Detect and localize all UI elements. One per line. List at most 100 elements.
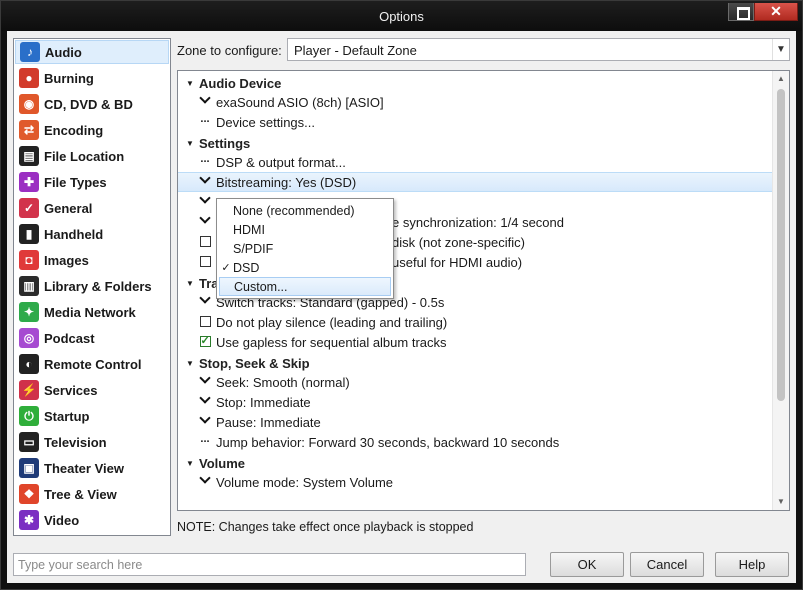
setting-row[interactable]: Do not play silence (leading and trailin… <box>178 312 772 332</box>
setting-row[interactable]: Volume mode: System Volume <box>178 472 772 492</box>
services-plug-icon: ⚡ <box>19 380 39 400</box>
setting-row[interactable]: Pause: Immediate <box>178 412 772 432</box>
checkbox[interactable] <box>199 315 211 329</box>
sidebar-item-library-folders[interactable]: ▥ Library & Folders <box>15 274 169 298</box>
sidebar-item-remote-control[interactable]: ◐ Remote Control <box>15 352 169 376</box>
section-header[interactable]: Volume <box>178 453 772 473</box>
sidebar-item-label: Burning <box>44 70 94 86</box>
video-camera-icon: ✱ <box>19 510 39 530</box>
setting-label: Device settings... <box>216 114 315 130</box>
sidebar-item-encoding[interactable]: ⇄ Encoding <box>15 118 169 142</box>
checkbox[interactable] <box>199 235 211 249</box>
setting-label: Settings <box>199 135 251 151</box>
dropdown-option[interactable]: ✓ DSD <box>219 258 391 277</box>
scroll-down-arrow-icon[interactable]: ▼ <box>773 494 789 510</box>
setting-label: Pause: Immediate <box>216 414 321 430</box>
dropdown-option-label: None (recommended) <box>233 203 355 218</box>
sidebar-item-television[interactable]: ▭ Television <box>15 430 169 454</box>
scroll-up-arrow-icon[interactable]: ▲ <box>773 71 789 87</box>
section-header[interactable]: Stop, Seek & Skip <box>178 353 772 373</box>
search-input[interactable] <box>13 553 526 576</box>
sidebar-item-podcast[interactable]: ◎ Podcast <box>15 326 169 350</box>
cancel-button[interactable]: Cancel <box>630 552 704 577</box>
sidebar-item-media-network[interactable]: ✦ Media Network <box>15 300 169 324</box>
encoding-arrows-icon: ⇄ <box>19 120 39 140</box>
setting-label: Seek: Smooth (normal) <box>216 374 350 390</box>
sidebar-item-label: Tree & View <box>44 486 117 502</box>
setting-row[interactable]: exaSound ASIO (8ch) [ASIO] <box>178 92 772 112</box>
section-header[interactable]: Audio Device <box>178 73 772 93</box>
chevron-down-icon <box>199 212 211 228</box>
library-icon: ▥ <box>19 276 39 296</box>
dropdown-option[interactable]: HDMI <box>219 220 391 239</box>
podcast-icon: ◎ <box>19 328 39 348</box>
television-icon: ▭ <box>19 432 39 452</box>
sidebar-item-images[interactable]: ◘ Images <box>15 248 169 272</box>
playback-note: NOTE: Changes take effect once playback … <box>177 520 474 534</box>
collapse-caret-icon[interactable] <box>184 77 196 89</box>
vertical-scrollbar[interactable]: ▲ ▼ <box>772 71 789 510</box>
sidebar-item-label: File Types <box>44 174 107 190</box>
setting-label: Volume <box>199 455 245 471</box>
collapse-caret-icon[interactable] <box>184 137 196 149</box>
sidebar-item-video[interactable]: ✱ Video <box>15 508 169 532</box>
checkbox[interactable] <box>199 334 211 349</box>
collapse-caret-icon[interactable] <box>184 277 196 289</box>
sidebar-item-label: Services <box>44 382 98 398</box>
setting-row[interactable]: DSP & output format... <box>178 152 772 172</box>
setting-label: DSP & output format... <box>216 154 346 170</box>
dropdown-option[interactable]: None (recommended) <box>219 201 391 220</box>
sidebar-item-startup[interactable]: ⏻ Startup <box>15 404 169 428</box>
sidebar-item-services[interactable]: ⚡ Services <box>15 378 169 402</box>
setting-row[interactable]: Seek: Smooth (normal) <box>178 372 772 392</box>
section-header[interactable]: Settings <box>178 133 772 153</box>
scrollbar-thumb[interactable] <box>777 89 785 401</box>
collapse-caret-icon[interactable] <box>184 357 196 369</box>
sidebar-item-handheld[interactable]: ▮ Handheld <box>15 222 169 246</box>
zone-select-value: Player - Default Zone <box>294 43 417 58</box>
sidebar-item-label: General <box>44 200 93 216</box>
ok-button[interactable]: OK <box>550 552 624 577</box>
sidebar-item-tree-view[interactable]: ❖ Tree & View <box>15 482 169 506</box>
setting-row[interactable]: Device settings... <box>178 112 772 132</box>
sidebar-item-file-types[interactable]: ✚ File Types <box>15 170 169 194</box>
sidebar-item-label: Images <box>44 252 89 268</box>
sidebar-item-burning[interactable]: ● Burning <box>15 66 169 90</box>
sidebar-item-label: File Location <box>44 148 125 164</box>
music-note-icon: ♪ <box>20 42 40 62</box>
setting-label: e synchronization: 1/4 second <box>392 214 564 230</box>
close-button[interactable]: ✕ <box>754 3 798 21</box>
checkmark-icon: ✓ <box>221 262 231 274</box>
ellipsis-icon <box>199 156 211 168</box>
sidebar-item-general[interactable]: ✓ General <box>15 196 169 220</box>
setting-row[interactable]: Jump behavior: Forward 30 seconds, backw… <box>178 432 772 452</box>
chevron-down-icon <box>199 172 211 188</box>
power-icon: ⏻ <box>19 406 39 426</box>
dropdown-option[interactable]: Custom... <box>219 277 391 296</box>
zone-label: Zone to configure: <box>177 43 282 58</box>
setting-row[interactable]: Bitstreaming: Yes (DSD) <box>178 172 772 192</box>
checkbox[interactable] <box>199 255 211 269</box>
setting-label: Stop, Seek & Skip <box>199 355 310 371</box>
sidebar-item-theater-view[interactable]: ▣ Theater View <box>15 456 169 480</box>
sidebar-item-label: Startup <box>44 408 90 424</box>
dropdown-option[interactable]: S/PDIF <box>219 239 391 258</box>
dropdown-option-label: Custom... <box>234 279 288 294</box>
zone-select[interactable]: Player - Default Zone ▼ <box>287 38 790 61</box>
dialog-client-area: ♪ Audio ● Burning ◉ CD, DVD & BD ⇄ Encoding ▤ Fil… <box>7 31 796 583</box>
chevron-down-icon[interactable]: ▼ <box>772 39 789 60</box>
collapse-caret-icon[interactable] <box>184 457 196 469</box>
help-button[interactable]: Help <box>715 552 789 577</box>
sidebar-item-audio[interactable]: ♪ Audio <box>15 40 169 64</box>
burn-disc-icon: ● <box>19 68 39 88</box>
sidebar-item-file-location[interactable]: ▤ File Location <box>15 144 169 168</box>
setting-row[interactable]: Stop: Immediate <box>178 392 772 412</box>
setting-row[interactable]: Use gapless for sequential album tracks <box>178 332 772 352</box>
setting-label: disk (not zone-specific) <box>392 234 525 250</box>
ellipsis-icon <box>199 436 211 448</box>
sidebar-item-cd-dvd-bd[interactable]: ◉ CD, DVD & BD <box>15 92 169 116</box>
title-bar[interactable]: Options ✕ <box>1 1 802 31</box>
maximize-button[interactable] <box>728 3 754 21</box>
sidebar-item-label: Video <box>44 512 80 528</box>
handheld-icon: ▮ <box>19 224 39 244</box>
